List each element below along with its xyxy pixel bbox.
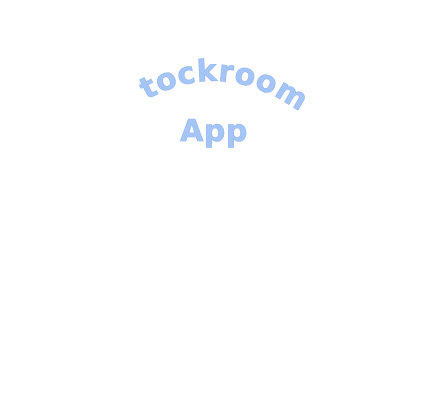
logo-title-line1: Stockroom xyxy=(0,0,314,118)
logo-title-line1-text: Stockroom xyxy=(0,0,314,119)
splash-screen: Stockroom App xyxy=(0,0,428,407)
app-logo: Stockroom App xyxy=(0,0,314,149)
logo-title-line2: App xyxy=(180,114,248,149)
